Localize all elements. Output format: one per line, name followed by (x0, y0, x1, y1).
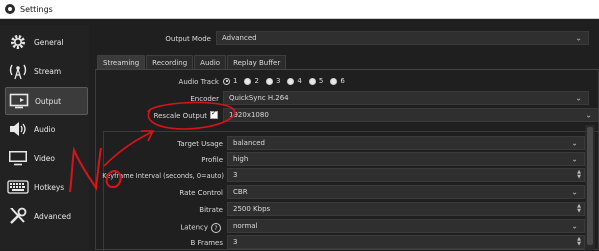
bitrate-value: 2500 Kbps (233, 205, 271, 213)
audio-track-radio-4[interactable]: 4 (287, 77, 302, 85)
radio-label: 4 (297, 77, 302, 85)
chevron-down-icon: ⌄ (571, 221, 578, 231)
tab-replay-buffer[interactable]: Replay Buffer (227, 55, 287, 70)
spinbox-arrows-icon[interactable]: ▲ ▼ (577, 169, 581, 181)
rate-control-select[interactable]: CBR ⌄ (227, 185, 585, 199)
sidebar-item-label: Hotkeys (34, 182, 65, 192)
output-tabs: Streaming Recording Audio Replay Buffer (97, 55, 287, 70)
sidebar-item-label: Advanced (34, 211, 72, 221)
radio-label: 2 (254, 77, 259, 85)
radio-dot (308, 77, 316, 85)
output-mode-select[interactable]: Advanced ⌄ (216, 31, 589, 45)
rescale-resolution-select[interactable]: 1920x1080 ⌄ (223, 108, 599, 122)
rescale-output-label: Rescale Output (153, 112, 207, 120)
encoder-label: Encoder (190, 95, 219, 103)
scrollbar-thumb[interactable] (587, 127, 593, 245)
sidebar-item-stream[interactable]: Stream (5, 58, 86, 84)
encoder-value: QuickSync H.264 (229, 94, 289, 102)
sidebar-item-label: Audio (34, 124, 56, 134)
obs-logo-icon (5, 4, 15, 14)
bitrate-label: Bitrate (199, 206, 223, 214)
keyboard-icon (7, 177, 29, 197)
b-frames-value: 3 (233, 238, 238, 246)
chevron-down-icon: ⌄ (575, 33, 582, 43)
target-usage-select[interactable]: balanced ⌄ (227, 136, 585, 150)
sidebar-item-label: Video (34, 153, 56, 163)
tab-streaming[interactable]: Streaming (97, 55, 146, 70)
radio-label: 1 (233, 77, 238, 85)
latency-label-text: Latency (180, 223, 208, 232)
radio-dot (287, 77, 295, 85)
sidebar-item-output[interactable]: Output (5, 87, 88, 115)
audio-track-radio-5[interactable]: 5 (308, 77, 324, 85)
rescale-output-checkbox[interactable] (210, 109, 218, 119)
window-title: Settings (20, 4, 53, 14)
monitor-icon (8, 91, 30, 111)
radio-label: 3 (275, 77, 281, 85)
antenna-icon (7, 61, 29, 81)
chevron-down-icon: ⌄ (571, 138, 578, 148)
sidebar-item-audio[interactable]: Audio (5, 116, 86, 142)
radio-dot (265, 77, 273, 85)
output-mode-label: Output Mode (165, 35, 211, 43)
audio-track-radios: 1 2 3 4 5 6 (223, 77, 352, 85)
profile-select[interactable]: high ⌄ (227, 152, 585, 166)
gear-icon (7, 32, 29, 52)
keyframe-interval-label: Keyframe Interval (seconds, 0=auto) (102, 172, 224, 180)
rescale-resolution-value: 1920x1080 (229, 111, 269, 119)
target-usage-label: Target Usage (177, 140, 223, 148)
chevron-down-icon: ⌄ (571, 187, 578, 197)
profile-value: high (233, 155, 249, 163)
rate-control-label: Rate Control (179, 189, 223, 197)
radio-label: 5 (318, 77, 324, 85)
keyframe-interval-input[interactable]: 3 ▲ ▼ (227, 168, 585, 182)
latency-label: Latency? (129, 223, 221, 233)
audio-track-radio-1[interactable]: 1 (223, 77, 237, 85)
audio-track-radio-6[interactable]: 6 (330, 77, 345, 85)
spinbox-arrows-icon[interactable]: ▲ ▼ (577, 203, 581, 215)
chevron-down-icon: ⌄ (575, 93, 582, 103)
encoder-select[interactable]: QuickSync H.264 ⌄ (223, 91, 589, 105)
b-frames-label: B Frames (190, 239, 223, 247)
latency-select[interactable]: normal ⌄ (227, 219, 585, 233)
display-icon (7, 148, 29, 168)
target-usage-value: balanced (233, 139, 266, 147)
sidebar-item-hotkeys[interactable]: Hotkeys (5, 174, 86, 200)
tools-icon (7, 206, 29, 226)
settings-sidebar: General Stream Output Audio Video Hotkey… (0, 25, 89, 250)
sidebar-item-general[interactable]: General (5, 29, 86, 55)
sidebar-item-label: Output (35, 96, 62, 106)
window-titlebar: Settings (0, 0, 599, 19)
output-mode-value: Advanced (222, 34, 257, 42)
radio-dot (330, 77, 338, 85)
audio-track-radio-3[interactable]: 3 (265, 77, 281, 85)
scrollbar[interactable] (585, 125, 595, 250)
chevron-down-icon: ⌄ (571, 154, 578, 164)
settings-main: Output Mode Advanced ⌄ Streaming Recordi… (89, 25, 599, 251)
sidebar-item-advanced[interactable]: Advanced (5, 203, 86, 229)
b-frames-input[interactable]: 3 ▲ ▼ (227, 235, 585, 249)
sidebar-item-video[interactable]: Video (5, 145, 86, 171)
spinbox-arrows-icon[interactable]: ▲ ▼ (577, 236, 581, 248)
latency-value: normal (233, 222, 258, 230)
chevron-down-icon: ⌄ (585, 110, 592, 120)
sidebar-item-label: General (34, 37, 64, 47)
audio-track-label: Audio Track (178, 78, 219, 86)
help-icon[interactable]: ? (211, 223, 221, 233)
radio-label: 6 (340, 77, 345, 85)
sidebar-item-label: Stream (34, 66, 62, 76)
bitrate-input[interactable]: 2500 Kbps ▲ ▼ (227, 202, 585, 216)
audio-track-radio-2[interactable]: 2 (244, 77, 259, 85)
keyframe-interval-value: 3 (233, 171, 238, 179)
tab-audio[interactable]: Audio (194, 55, 227, 70)
profile-label: Profile (201, 156, 223, 164)
speaker-icon (7, 119, 29, 139)
radio-dot (223, 77, 230, 85)
radio-dot (244, 77, 252, 85)
tab-recording[interactable]: Recording (146, 55, 194, 70)
rate-control-value: CBR (233, 188, 248, 196)
